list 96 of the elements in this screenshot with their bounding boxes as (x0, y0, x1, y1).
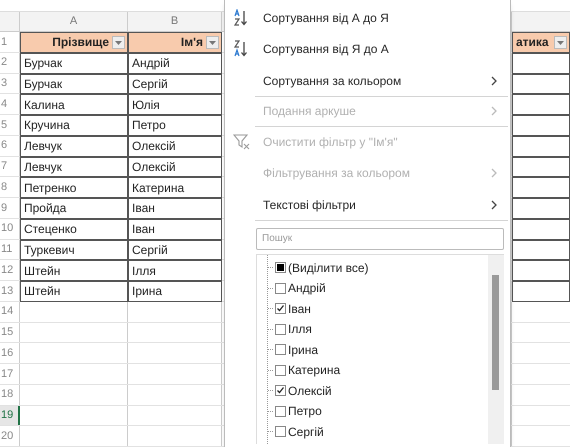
row-number: 3 (1, 76, 8, 92)
row-number: 15 (1, 325, 14, 340)
table-cell: Штейн (20, 260, 128, 281)
checkbox[interactable] (275, 282, 286, 294)
table-cell (512, 281, 570, 302)
table-cell: Ірина (128, 281, 222, 302)
table-cell (512, 115, 570, 136)
table-cell (512, 74, 570, 94)
checkbox[interactable] (275, 406, 286, 417)
column-header: A (70, 14, 78, 30)
filter-dropdown-button[interactable] (554, 36, 567, 49)
checkbox-item[interactable]: Олексій (268, 380, 488, 401)
table-cell: Стеценко (20, 218, 128, 240)
chevron-right-icon (491, 168, 498, 178)
row-number: 10 (1, 221, 14, 236)
table-cell: Кручина (20, 115, 128, 136)
column-header: B (170, 14, 178, 30)
table-cell: Катерина (128, 177, 222, 198)
checkbox[interactable] (275, 426, 286, 438)
row-number: 12 (1, 262, 14, 278)
checkbox-item[interactable]: Катерина (268, 360, 488, 380)
table-cell: Іван (128, 218, 222, 240)
checkbox-item[interactable]: Петро (268, 401, 488, 422)
table-cell: Сергій (128, 74, 222, 94)
table-cell: Петренко (20, 177, 128, 198)
menu-item[interactable]: Текстові фільтри (225, 189, 510, 220)
table-cell: Іван (128, 198, 222, 219)
menu-item[interactable]: Сортування за кольором (225, 65, 510, 96)
row-number: 18 (1, 387, 14, 402)
table-cell: Левчук (20, 136, 128, 156)
row-number: 16 (1, 346, 14, 361)
checkbox-item[interactable]: (Виділити все) (268, 258, 488, 278)
chevron-right-icon (491, 106, 498, 116)
row-number: 19 (1, 408, 14, 424)
checkbox[interactable] (275, 344, 286, 356)
table-cell (512, 260, 570, 281)
table-cell: Бурчак (20, 74, 128, 94)
table-cell: Сергій (128, 240, 222, 260)
checkbox-item[interactable]: Андрій (268, 278, 488, 298)
checkbox[interactable] (275, 324, 286, 335)
row-number: 1 (1, 34, 8, 50)
table-cell (512, 136, 570, 156)
caret-icon (557, 40, 564, 44)
checkbox[interactable] (275, 364, 286, 376)
caret-icon (115, 40, 122, 44)
table-cell (512, 156, 570, 178)
row-number: 8 (1, 180, 8, 195)
sort-ascending-icon (233, 8, 249, 27)
chevron-right-icon (491, 200, 498, 210)
row-number: 13 (1, 284, 14, 299)
table-cell: Петро (128, 115, 222, 136)
table-cell (512, 177, 570, 198)
table-cell: Калина (20, 94, 128, 115)
table-cell: Юлія (128, 94, 222, 115)
checkbox-item[interactable]: Ілля (268, 319, 488, 340)
caret-icon (209, 40, 216, 44)
table-cell: Туркевич (20, 240, 128, 260)
table-cell: Ілля (128, 260, 222, 281)
table-cell: Бурчак (20, 52, 128, 74)
filter-dropdown-button[interactable] (206, 36, 219, 49)
checkbox-item[interactable]: Сергій (268, 422, 488, 442)
table-cell: Левчук (20, 156, 128, 178)
search-field[interactable]: Пошук (256, 228, 504, 250)
menu-item[interactable]: Сортування від А до Я (225, 2, 510, 34)
row-number: 11 (1, 242, 12, 258)
row-number: 2 (1, 55, 8, 70)
checkbox-item[interactable]: Іван (268, 298, 488, 319)
sort-descending-icon (233, 40, 249, 58)
row-number: 9 (1, 200, 8, 216)
column-heading: атика (516, 34, 549, 52)
column-heading: Ім'я (180, 34, 203, 52)
column-heading: Прізвище (52, 34, 109, 52)
table-cell (512, 94, 570, 115)
row-number: 5 (1, 118, 8, 133)
row-number: 4 (1, 96, 8, 112)
filter-dropdown-button[interactable] (112, 36, 125, 49)
table-cell (512, 198, 570, 219)
table-cell (512, 218, 570, 240)
table-cell: Олексій (128, 156, 222, 178)
table-cell: Штейн (20, 281, 128, 302)
row-number: 14 (1, 304, 14, 320)
checkbox-item[interactable]: Ірина (268, 340, 488, 360)
table-cell: Олексій (128, 136, 222, 156)
table-cell (512, 240, 570, 260)
table-cell: Андрій (128, 52, 222, 74)
chevron-right-icon (491, 76, 498, 86)
scrollbar-thumb[interactable] (492, 274, 499, 390)
checkbox[interactable] (275, 303, 286, 314)
menu-item[interactable]: Сортування від Я до А (225, 34, 510, 65)
row-number: 7 (1, 159, 8, 174)
row-number: 17 (1, 366, 14, 382)
row-number: 6 (1, 138, 8, 154)
table-cell: Пройда (20, 198, 128, 219)
row-number: 20 (1, 428, 14, 444)
checkbox[interactable] (275, 385, 286, 396)
clear-filter-icon (233, 134, 251, 150)
